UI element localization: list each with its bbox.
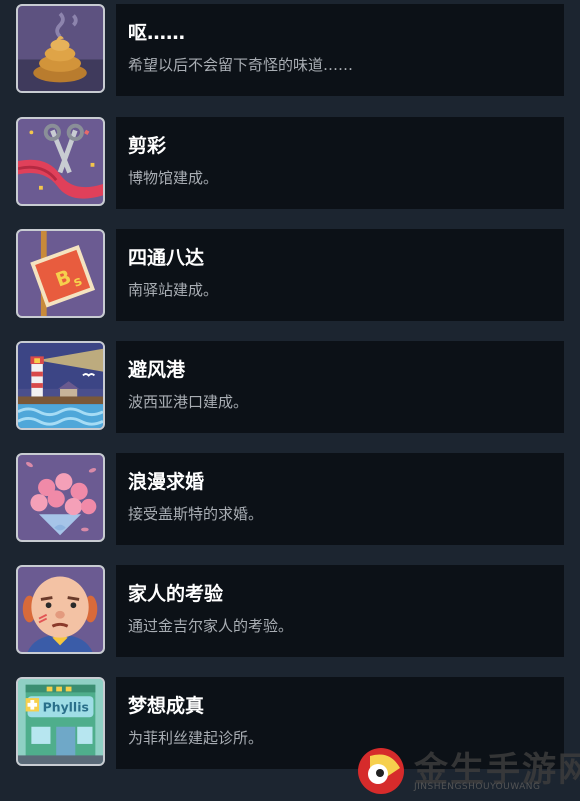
achievement-text-panel: 呕…… 希望以后不会留下奇怪的味道…… [116,4,564,96]
achievement-title: 家人的考验 [128,583,224,605]
achievement-text-panel: 剪彩 博物馆建成。 [116,117,564,209]
watermark: 金生手游网 JINSHENGSHOUYOUWANG [356,742,580,800]
bald-man-icon [16,565,105,654]
dung-icon [16,4,105,93]
achievement-description: 通过金吉尔家人的考验。 [128,617,294,635]
achievement-item[interactable]: 呕…… 希望以后不会留下奇怪的味道…… [16,4,564,96]
achievement-item[interactable]: 剪彩 博物馆建成。 [16,117,564,209]
achievement-description: 希望以后不会留下奇怪的味道…… [128,56,354,74]
clinic-sign-text: Phyllis [43,699,89,714]
achievement-item[interactable]: 避风港 波西亚港口建成。 [16,341,564,433]
achievement-text-panel: 家人的考验 通过金吉尔家人的考验。 [116,565,564,657]
achievement-text-panel: 避风港 波西亚港口建成。 [116,341,564,433]
achievement-description: 博物馆建成。 [128,169,219,187]
scissors-ribbon-icon [16,117,105,206]
achievement-item[interactable]: 家人的考验 通过金吉尔家人的考验。 [16,565,564,657]
achievement-description: 南驿站建成。 [128,281,219,299]
achievement-description: 为菲利丝建起诊所。 [128,729,264,747]
achievement-item[interactable]: 浪漫求婚 接受盖斯特的求婚。 [16,453,564,545]
watermark-subtext: JINSHENGSHOUYOUWANG [414,782,541,792]
bus-sign-icon: B s [16,229,105,318]
lighthouse-harbor-icon [16,341,105,430]
clinic-building-icon: Phyllis [16,677,105,766]
achievement-title: 呕…… [128,22,186,44]
achievement-title: 梦想成真 [128,695,205,717]
achievement-description: 接受盖斯特的求婚。 [128,505,264,523]
achievement-description: 波西亚港口建成。 [128,393,249,411]
achievement-text-panel: 浪漫求婚 接受盖斯特的求婚。 [116,453,564,545]
achievement-title: 浪漫求婚 [128,471,205,493]
achievement-title: 剪彩 [128,135,167,157]
watermark-logo-icon [356,746,406,796]
achievement-title: 避风港 [128,359,186,381]
achievement-title: 四通八达 [128,247,205,269]
achievement-text-panel: 四通八达 南驿站建成。 [116,229,564,321]
achievement-item[interactable]: B s 四通八达 南驿站建成。 [16,229,564,321]
rose-bouquet-icon [16,453,105,542]
